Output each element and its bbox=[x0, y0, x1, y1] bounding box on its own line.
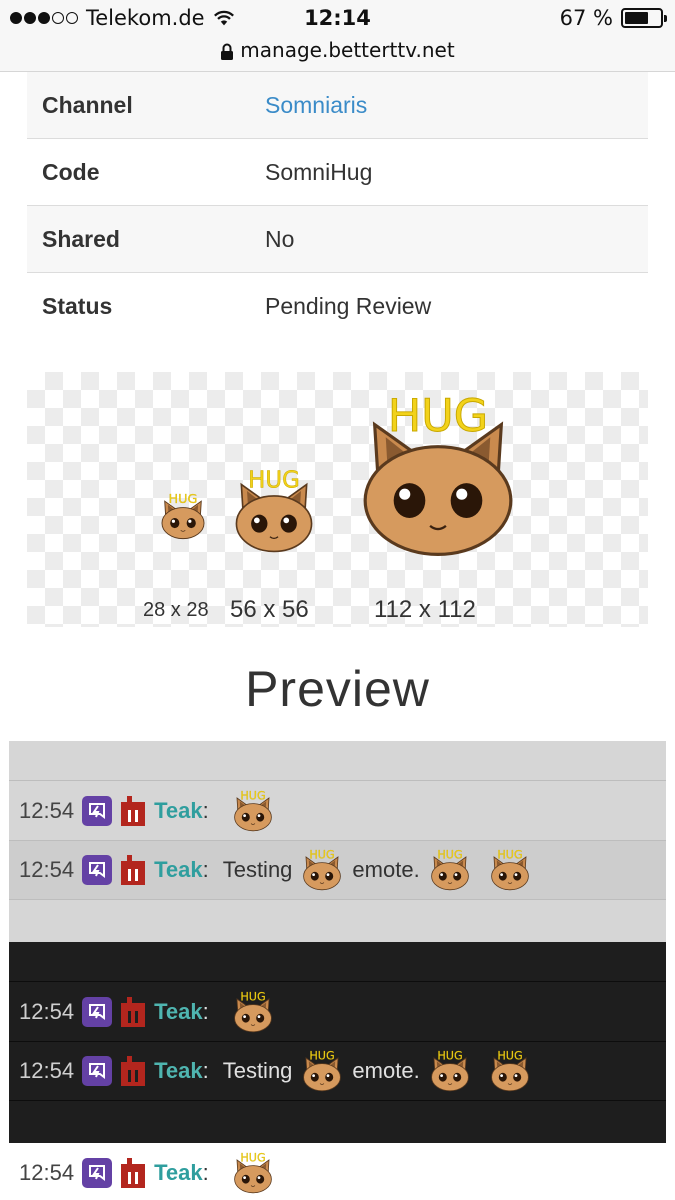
row-key: Code bbox=[42, 158, 100, 185]
bits-badge-icon bbox=[121, 1056, 146, 1086]
row-key: Status bbox=[42, 293, 113, 319]
chat-username[interactable]: Teak bbox=[154, 857, 203, 883]
chat-message-text: Testing bbox=[222, 857, 293, 882]
hug-emote-image bbox=[490, 1050, 529, 1092]
chat-colon: : bbox=[202, 1058, 209, 1083]
chat-colon: : bbox=[202, 797, 209, 823]
size-label-medium: 56 x 56 bbox=[230, 596, 309, 623]
chat-message-text: Testing bbox=[222, 1058, 293, 1083]
hug-emote-image bbox=[430, 1050, 469, 1092]
chat-timestamp: 12:54 bbox=[19, 797, 75, 823]
hug-emote-image bbox=[430, 849, 469, 891]
lock-icon bbox=[221, 43, 234, 60]
chat-timestamp: 12:54 bbox=[19, 857, 75, 882]
hug-emote-image bbox=[303, 1050, 342, 1092]
hug-emote-image bbox=[303, 849, 342, 891]
battery-percent: 67 % bbox=[559, 6, 613, 30]
emote-image-medium bbox=[235, 468, 313, 553]
chat-username[interactable]: Teak bbox=[154, 798, 203, 824]
url-text: manage.betterttv.net bbox=[240, 38, 455, 62]
emote-info-table: Channel Somniaris Code SomniHug Shared N… bbox=[27, 72, 648, 340]
row-key: Channel bbox=[42, 91, 133, 118]
chat-preview-white: 12:54 Teak: bbox=[9, 1143, 666, 1200]
prime-badge-icon bbox=[82, 795, 113, 826]
chat-username[interactable]: Teak bbox=[154, 1058, 203, 1084]
prime-badge-icon bbox=[82, 855, 113, 885]
row-value: SomniHug bbox=[265, 158, 373, 185]
battery-icon bbox=[621, 8, 667, 28]
chat-username[interactable]: Teak bbox=[154, 1160, 203, 1186]
preview-heading: Preview bbox=[245, 661, 430, 717]
bits-badge-icon bbox=[121, 996, 146, 1027]
status-bar: Telekom.de 12:14 67 % bbox=[0, 0, 675, 36]
chat-colon: : bbox=[202, 998, 209, 1024]
chat-line: 12:54 Teak: bbox=[9, 1143, 666, 1200]
row-key: Shared bbox=[42, 225, 120, 252]
hug-emote-image bbox=[490, 849, 529, 891]
chat-preview-dark: 12:54 Teak: 12:54 Teak: Testing emote. bbox=[9, 942, 666, 1143]
prime-badge-icon bbox=[82, 1158, 113, 1188]
emote-image-large bbox=[363, 392, 513, 556]
row-value: Pending Review bbox=[265, 293, 432, 319]
row-value: No bbox=[265, 225, 295, 252]
bits-badge-icon bbox=[121, 855, 146, 885]
chat-timestamp: 12:54 bbox=[19, 998, 75, 1024]
prime-badge-icon bbox=[82, 996, 113, 1027]
table-row: Channel Somniaris bbox=[27, 72, 648, 139]
emote-image-small bbox=[161, 492, 205, 540]
table-row: Status Pending Review bbox=[27, 273, 648, 340]
table-row: Code SomniHug bbox=[27, 139, 648, 206]
chat-message-text: emote. bbox=[352, 857, 420, 882]
chat-line: 12:54 Teak: bbox=[9, 981, 666, 1041]
url-bar[interactable]: manage.betterttv.net bbox=[0, 36, 675, 72]
hug-emote-image bbox=[233, 789, 272, 831]
bits-badge-icon bbox=[121, 795, 146, 826]
chat-timestamp: 12:54 bbox=[19, 1058, 75, 1083]
chat-colon: : bbox=[202, 1160, 209, 1185]
size-label-small: 28 x 28 bbox=[143, 599, 209, 621]
table-row: Shared No bbox=[27, 206, 648, 273]
chat-line: 12:54 Teak: Testing emote. bbox=[9, 1041, 666, 1101]
chat-line: 12:54 Teak: bbox=[9, 780, 666, 840]
chat-colon: : bbox=[202, 857, 209, 882]
hug-emote-image bbox=[233, 1152, 272, 1194]
channel-link[interactable]: Somniaris bbox=[265, 92, 367, 119]
prime-badge-icon bbox=[82, 1056, 113, 1086]
size-label-large: 112 x 112 bbox=[374, 596, 476, 623]
bits-badge-icon bbox=[121, 1158, 146, 1188]
chat-line: 12:54 Teak: Testing emote. bbox=[9, 840, 666, 900]
emote-size-showcase: 28 x 28 56 x 56 112 x 112 bbox=[27, 372, 648, 627]
chat-timestamp: 12:54 bbox=[19, 1160, 75, 1185]
chat-username[interactable]: Teak bbox=[154, 999, 203, 1025]
chat-preview-light: 12:54 Teak: 12:54 Teak: Testing emote. bbox=[9, 741, 666, 942]
chat-message-text: emote. bbox=[352, 1058, 420, 1083]
status-right: 67 % bbox=[559, 6, 667, 30]
hug-emote-image bbox=[233, 990, 272, 1032]
